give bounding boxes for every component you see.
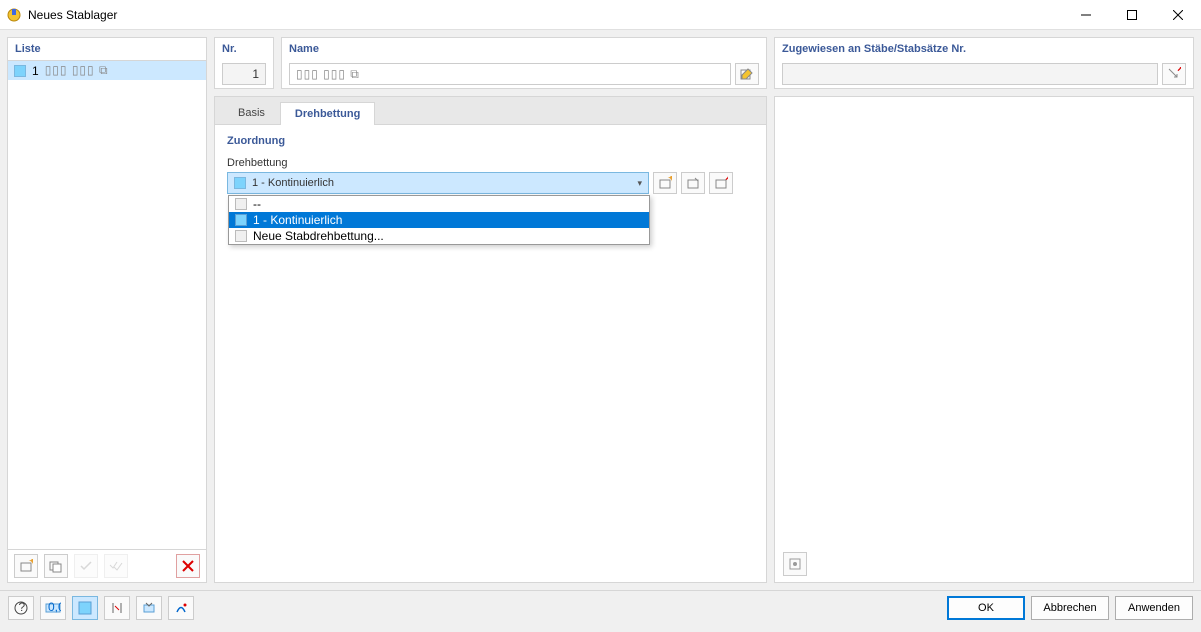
copy-item-button[interactable] [44,554,68,578]
view-button-2[interactable] [136,596,162,620]
maximize-button[interactable] [1109,0,1155,30]
new-item-button[interactable]: ✦ [14,554,38,578]
tab-drehbettung[interactable]: Drehbettung [280,102,375,125]
minimize-button[interactable] [1063,0,1109,30]
titlebar: Neues Stablager [0,0,1201,30]
drehbettung-combo[interactable]: 1 - Kontinuierlich ▾ -- 1 - Kontinuierli… [227,172,649,194]
list-item-num: 1 [32,64,39,78]
check-button [74,554,98,578]
tab-basis[interactable]: Basis [223,101,280,124]
drehbettung-dropdown[interactable]: -- 1 - Kontinuierlich Neue Stabdrehbettu… [228,195,650,245]
svg-text:✦: ✦ [667,176,672,185]
svg-text:✕: ✕ [1176,67,1181,75]
nr-input[interactable] [222,63,266,85]
color-swatch-icon [235,230,247,242]
app-icon [6,7,22,23]
tab-strip: Basis Drehbettung [215,97,766,125]
delete-drehbettung-button[interactable]: ✕ [709,172,733,194]
new-drehbettung-button[interactable]: ✦ [653,172,677,194]
nr-label: Nr. [215,38,273,60]
list-panel: Liste 1 ▯▯▯ ▯▯▯ ⧉ ✦ [7,37,207,583]
dropdown-option[interactable]: -- [229,196,649,212]
section-zuordnung: Zuordnung [227,135,754,147]
assign-label: Zugewiesen an Stäbe/Stabsätze Nr. [775,38,1193,60]
cancel-button[interactable]: Abbrechen [1031,596,1109,620]
apply-button[interactable]: Anwenden [1115,596,1193,620]
svg-text:?: ? [19,601,26,614]
preview-settings-button[interactable] [783,552,807,576]
name-label: Name [282,38,766,60]
check-all-button [104,554,128,578]
color-swatch-icon [235,214,247,226]
color-button[interactable] [72,596,98,620]
color-swatch-icon [234,177,246,189]
list-item[interactable]: 1 ▯▯▯ ▯▯▯ ⧉ [8,61,206,80]
name-input[interactable] [289,63,731,85]
dropdown-option[interactable]: 1 - Kontinuierlich [229,212,649,228]
dropdown-option[interactable]: Neue Stabdrehbettung... [229,228,649,244]
list-header: Liste [8,38,206,60]
svg-text:✦: ✦ [28,559,33,568]
view-button-3[interactable] [168,596,194,620]
edit-name-button[interactable] [735,63,759,85]
units-button[interactable]: 0,00 [40,596,66,620]
help-button[interactable]: ? [8,596,34,620]
pick-members-button[interactable]: ✕ [1162,63,1186,85]
color-swatch-icon [14,65,26,77]
list-item-label: ▯▯▯ ▯▯▯ ⧉ [45,63,109,78]
list-body[interactable]: 1 ▯▯▯ ▯▯▯ ⧉ [8,60,206,549]
svg-text:✕: ✕ [724,176,728,184]
view-button-1[interactable] [104,596,130,620]
edit-drehbettung-button[interactable] [681,172,705,194]
close-button[interactable] [1155,0,1201,30]
bottom-toolbar: ? 0,00 OK Abbrechen Anwenden [0,590,1201,625]
color-swatch-icon [235,198,247,210]
svg-text:0,00: 0,00 [48,601,61,614]
chevron-down-icon: ▾ [637,178,642,189]
combo-selected-text: 1 - Kontinuierlich [252,177,637,189]
ok-button[interactable]: OK [947,596,1025,620]
window-title: Neues Stablager [28,8,1063,22]
assign-input[interactable] [782,63,1158,85]
drehbettung-label: Drehbettung [227,157,754,169]
delete-button[interactable] [176,554,200,578]
preview-panel [774,96,1194,583]
